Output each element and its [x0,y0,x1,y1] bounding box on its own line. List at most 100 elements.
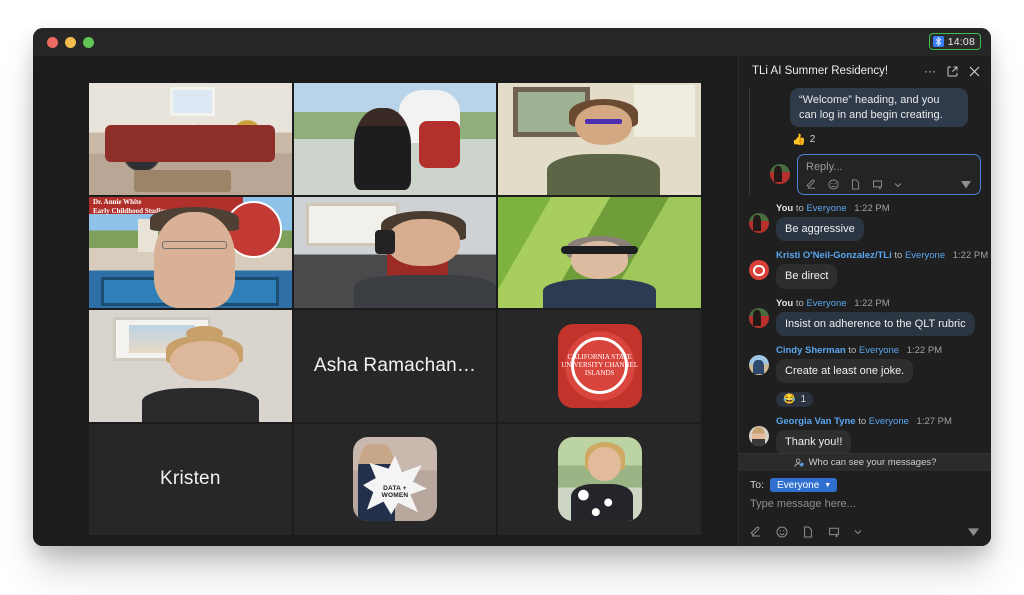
video-feed [89,310,292,422]
thumbs-up-icon: 👍 [792,134,806,147]
file-icon[interactable] [850,179,861,190]
reaction-count: 1 [800,394,807,406]
message-recipient: Everyone [904,250,946,262]
message-sender: You [776,297,794,309]
screenshot-icon[interactable] [828,526,840,538]
chat-message[interactable]: Cindy Sherman to Everyone 1:22 PM Create… [749,345,981,408]
composer-toolbar [750,526,980,538]
recipient-row: To: Everyone ▼ [750,478,980,492]
chat-message[interactable]: Georgia Van Tyne to Everyone 1:27 PM Tha… [749,416,981,453]
chat-title: TLi AI Summer Residency! [752,65,889,77]
message-reaction[interactable]: 😂 1 [776,392,814,408]
chevron-down-icon[interactable] [854,529,862,535]
video-feed [89,83,292,195]
avatar [749,354,769,375]
message-meta: Cindy Sherman to Everyone 1:22 PM [776,345,981,356]
window-body: Dr. Annie White Early Childhood Studies [33,56,991,546]
message-sender: Georgia Van Tyne [776,416,856,428]
participant-tile-avatar[interactable]: DATA + WOMEN [293,423,497,535]
participant-tile[interactable] [89,310,292,422]
window-titlebar: 14:08 [33,28,991,56]
message-time: 1:22 PM [854,203,890,215]
overlay-line-1: Dr. Annie White [93,197,142,206]
zoom-window-button[interactable] [83,36,94,48]
video-stage: Dr. Annie White Early Childhood Studies [33,56,738,546]
chat-message-list[interactable]: “Welcome” heading, and you can log in an… [739,86,991,453]
send-icon[interactable] [967,526,980,538]
participant-tile-name-only[interactable]: Asha Ramachan… [293,310,497,422]
bluetooth-icon [932,36,944,47]
participant-tile-avatar[interactable]: CALIFORNIA STATE UNIVERSITY CHANNEL ISLA… [498,310,701,422]
message-sender: Kristi O'Neil-Gonzalez/TLi [776,250,892,262]
message-to-label: to [795,297,804,309]
popout-icon[interactable] [947,66,958,77]
avatar: DATA + WOMEN [352,437,437,522]
reply-composer[interactable]: Reply... [797,154,981,196]
message-meta: You to Everyone 1:22 PM [776,203,981,214]
chevron-down-icon[interactable] [894,182,902,188]
message-text: Be direct [776,264,838,289]
recipient-selector[interactable]: Everyone ▼ [770,478,838,492]
video-feed [293,83,497,195]
message-text: Insist on adherence to the QLT rubric [776,311,975,336]
format-icon[interactable] [750,526,762,538]
message-sender: You [776,203,794,215]
video-feed [293,196,497,308]
message-to-label: to [894,250,903,262]
participant-name: Kristen [160,468,221,490]
thread-reaction[interactable]: 👍 2 [792,133,815,146]
chat-message[interactable]: Kristi O'Neil-Gonzalez/TLi to Everyone 1… [749,250,988,289]
avatar [749,426,769,447]
file-icon[interactable] [802,526,814,538]
participant-tile[interactable] [498,83,701,195]
message-recipient: Everyone [806,297,847,309]
send-icon[interactable] [960,179,972,190]
avatar [749,307,769,328]
privacy-notice-bar[interactable]: Who can see your messages? [739,453,991,471]
participant-tile-name-only[interactable]: Kristen [89,423,292,535]
clock-indicator[interactable]: 14:08 [928,33,981,50]
avatar [749,213,769,234]
video-feed: Dr. Annie White Early Childhood Studies [89,196,292,308]
traffic-light-group [47,36,94,48]
reply-input[interactable]: Reply... [806,161,972,173]
close-icon[interactable] [969,66,980,77]
close-window-button[interactable] [47,36,58,48]
reaction-count: 2 [809,134,816,146]
participant-tile[interactable] [293,83,497,195]
emoji-icon[interactable] [828,179,839,190]
format-icon[interactable] [806,179,817,190]
message-meta: Kristi O'Neil-Gonzalez/TLi to Everyone 1… [776,250,988,262]
chat-message[interactable]: You to Everyone 1:22 PM Insist on adhere… [749,298,981,336]
message-recipient: Everyone [868,416,909,428]
chevron-down-icon: ▼ [824,481,832,489]
participant-tile[interactable] [293,196,497,308]
participant-tile[interactable] [89,83,292,195]
participant-grid: Dr. Annie White Early Childhood Studies [89,83,701,535]
participant-tile-active-speaker[interactable]: Dr. Annie White Early Childhood Studies [89,196,292,308]
to-label: To: [750,479,765,491]
reply-toolbar [806,179,972,190]
message-meta: Georgia Van Tyne to Everyone 1:27 PM [776,416,981,427]
emoji-icon[interactable] [776,526,788,538]
chat-message[interactable]: You to Everyone 1:22 PM Be aggressive [749,203,981,242]
message-to-label: to [795,203,804,215]
message-composer: To: Everyone ▼ Type message here... [739,471,991,546]
privacy-notice-text: Who can see your messages? [808,457,937,468]
message-sender: Cindy Sherman [776,344,846,356]
thread-reply-row: Reply... [770,154,981,196]
chat-header: TLi AI Summer Residency! ··· [739,56,991,86]
participant-tile-avatar[interactable] [498,423,701,535]
message-input[interactable]: Type message here... [750,498,980,510]
more-options-icon[interactable]: ··· [924,64,936,78]
participant-tile[interactable] [498,196,701,308]
screenshot-icon[interactable] [872,179,883,190]
message-recipient: Everyone [806,203,847,215]
video-feed [498,196,701,308]
quoted-message: “Welcome” heading, and you can log in an… [790,88,968,128]
avatar [557,437,642,522]
message-time: 1:22 PM [952,250,989,262]
avatar: CALIFORNIA STATE UNIVERSITY CHANNEL ISLA… [557,323,642,408]
video-feed [498,83,701,195]
minimize-window-button[interactable] [65,36,76,48]
